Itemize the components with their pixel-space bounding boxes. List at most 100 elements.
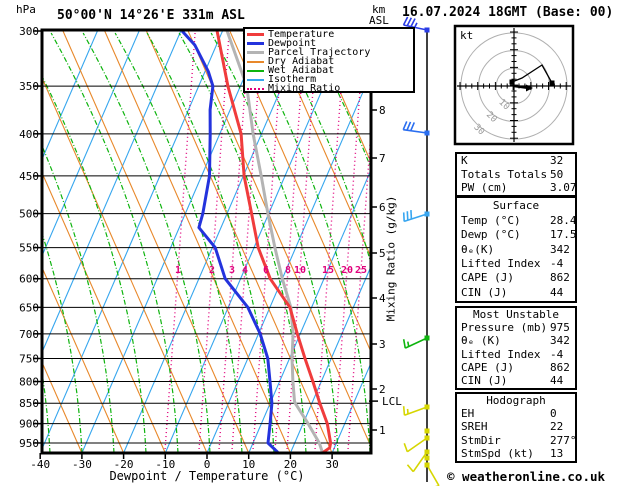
table-row: Lifted Index -4 bbox=[457, 347, 575, 361]
row-value: 277° bbox=[550, 433, 577, 447]
legend-swatch-isotherm bbox=[247, 78, 264, 81]
hodograph-table: Hodograph EH 0 SREH 22 StmDir 277° StmSpd (kt) 1… bbox=[455, 392, 577, 463]
svg-text:750: 750 bbox=[19, 352, 39, 365]
datetime-label: 16.07.2024 18GMT (Base: 00) bbox=[402, 5, 614, 20]
row-label: StmSpd (kt) bbox=[461, 446, 534, 460]
row-label: Totals Totals bbox=[461, 167, 548, 181]
row-value: 342 bbox=[550, 334, 570, 348]
svg-text:8: 8 bbox=[379, 104, 386, 117]
dry-adiabat-line bbox=[62, 30, 250, 453]
row-value: 44 bbox=[550, 285, 564, 299]
table-header: Hodograph bbox=[486, 394, 546, 408]
row-value: 22 bbox=[550, 420, 564, 434]
copyright: © weatheronline.co.uk bbox=[447, 469, 606, 484]
legend-swatch-dry-adiabat bbox=[247, 60, 264, 63]
svg-text:10: 10 bbox=[294, 265, 306, 276]
row-value: 0 bbox=[550, 407, 557, 421]
row-label: SREH bbox=[461, 420, 488, 434]
asl-axis-unit: ASL bbox=[369, 14, 389, 27]
table-row: SREH 22 bbox=[457, 421, 575, 433]
wet-adiabat-line bbox=[42, 32, 115, 453]
svg-text:kt: kt bbox=[460, 29, 473, 42]
row-value: -4 bbox=[550, 347, 564, 361]
row-label: Temp (°C) bbox=[461, 213, 521, 227]
table-row: CIN (J) 44 bbox=[457, 373, 575, 387]
mixing-ratio-line bbox=[164, 30, 196, 453]
sounding-page: 1 2 3 4 6 8 10 15 20 25 300 350 400 450 500 550 600 650 70… bbox=[0, 0, 629, 486]
table-row: θₑ (K) 342 bbox=[457, 335, 575, 347]
isotherm-line bbox=[81, 30, 266, 453]
legend-swatch-mixing-ratio bbox=[247, 87, 264, 90]
row-label: θₑ(K) bbox=[461, 242, 495, 256]
row-label: Pressure (mb) bbox=[461, 321, 548, 335]
row-label: EH bbox=[461, 407, 475, 421]
legend-item: Mixing Ratio bbox=[247, 83, 413, 94]
row-value: 50 bbox=[550, 167, 564, 181]
legend-swatch-parcel-trajectory bbox=[247, 51, 264, 54]
row-value: 862 bbox=[550, 360, 570, 374]
svg-text:600: 600 bbox=[19, 273, 39, 286]
table-row: CIN (J) 44 bbox=[457, 285, 575, 299]
table-row: CAPE (J) 862 bbox=[457, 360, 575, 374]
hodograph: 102030kt bbox=[453, 24, 575, 146]
table-row: PW (cm) 3.07 bbox=[457, 180, 577, 194]
legend-swatch-temperature bbox=[247, 33, 264, 36]
wet-adiabat-line bbox=[338, 32, 371, 453]
svg-text:400: 400 bbox=[19, 128, 39, 141]
table-header: Surface bbox=[492, 199, 540, 213]
station-title: 50°00'N 14°26'E 331m ASL bbox=[57, 8, 245, 23]
row-label: CIN (J) bbox=[461, 373, 508, 387]
svg-text:3: 3 bbox=[229, 265, 235, 276]
table-row: StmSpd (kt) 13 bbox=[457, 446, 575, 460]
isotherm-line bbox=[42, 30, 224, 453]
row-value: 13 bbox=[550, 446, 564, 460]
row-value: 44 bbox=[550, 373, 564, 387]
svg-text:650: 650 bbox=[19, 301, 39, 314]
svg-text:950: 950 bbox=[19, 437, 39, 450]
svg-text:700: 700 bbox=[19, 328, 39, 341]
legend-swatch-wet-adiabat bbox=[247, 69, 264, 72]
row-label: PW (cm) bbox=[461, 180, 508, 194]
svg-text:4: 4 bbox=[242, 265, 248, 276]
row-value: 3.07 bbox=[550, 180, 577, 194]
svg-text:450: 450 bbox=[19, 170, 39, 183]
row-label: Lifted Index bbox=[461, 347, 541, 361]
svg-text:7: 7 bbox=[379, 152, 386, 165]
row-value: 862 bbox=[550, 271, 570, 285]
table-row: K 32 bbox=[457, 155, 575, 167]
row-value: 342 bbox=[550, 242, 570, 256]
table-row: Pressure (mb) 975 bbox=[457, 322, 575, 334]
svg-text:8: 8 bbox=[285, 265, 291, 276]
table-row: CAPE (J) 862 bbox=[457, 272, 575, 284]
x-axis-label: Dewpoint / Temperature (°C) bbox=[109, 469, 305, 483]
indices-table: K 32 Totals Totals 50 PW (cm) 3.07 bbox=[455, 152, 577, 197]
svg-text:LCL: LCL bbox=[382, 395, 402, 408]
row-label: StmDir bbox=[461, 433, 501, 447]
dry-adiabat-line bbox=[103, 30, 291, 453]
svg-text:300: 300 bbox=[19, 25, 39, 38]
svg-text:2: 2 bbox=[209, 265, 215, 276]
row-label: Dewp (°C) bbox=[461, 228, 521, 242]
legend-label: Mixing Ratio bbox=[268, 83, 341, 94]
table-row: Lifted Index -4 bbox=[457, 256, 575, 270]
row-label: Lifted Index bbox=[461, 256, 541, 270]
row-label: CIN (J) bbox=[461, 285, 508, 299]
svg-text:1: 1 bbox=[379, 424, 386, 437]
svg-text:550: 550 bbox=[19, 242, 39, 255]
table-row: Totals Totals 50 bbox=[457, 167, 575, 181]
pressure-axis: 300 350 400 450 500 550 600 650 700 750 800 850 900 9… bbox=[19, 25, 42, 450]
most-unstable-table: Most Unstable Pressure (mb) 975 θₑ (K) 342 Li… bbox=[455, 306, 577, 390]
table-row: θₑ(K) 342 bbox=[457, 242, 575, 256]
row-value: 28.4 bbox=[550, 213, 577, 227]
row-value: 17.5 bbox=[550, 228, 577, 242]
table-header: Most Unstable bbox=[472, 308, 560, 322]
svg-text:2: 2 bbox=[379, 383, 386, 396]
surface-table: Surface Temp (°C) 28.4 Dewp (°C) 17.5 θₑ(K) 34… bbox=[455, 196, 577, 303]
svg-text:20: 20 bbox=[341, 265, 353, 276]
table-row: StmDir 277° bbox=[457, 433, 577, 447]
table-row: EH 0 bbox=[457, 408, 575, 420]
wet-adiabat-line bbox=[82, 32, 211, 453]
row-value: 975 bbox=[550, 321, 570, 335]
row-label: K bbox=[461, 154, 468, 168]
legend-swatch-dewpoint bbox=[247, 42, 264, 45]
